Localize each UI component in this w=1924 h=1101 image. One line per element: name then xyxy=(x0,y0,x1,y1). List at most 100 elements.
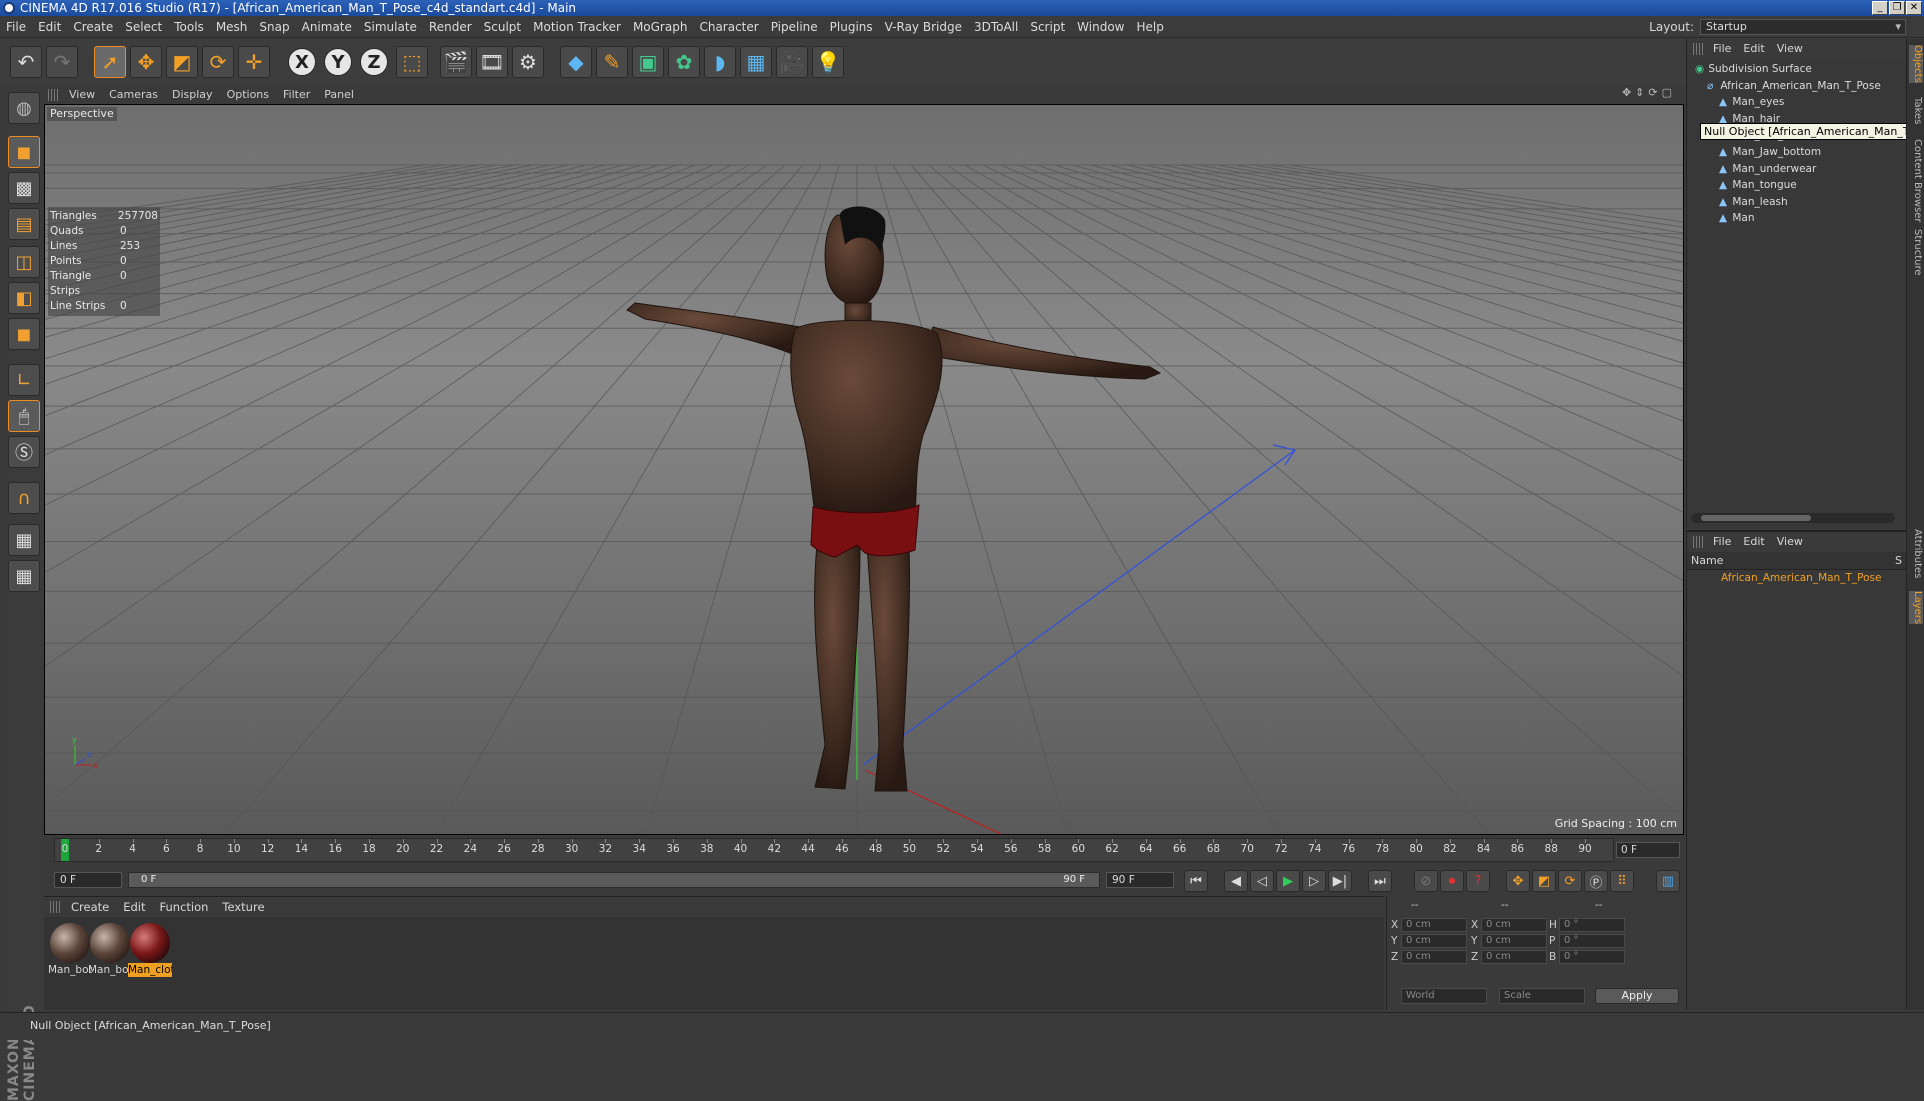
scale-select[interactable]: Scale xyxy=(1499,988,1585,1004)
material-item[interactable]: Man_clot xyxy=(128,923,172,977)
material-menu-function[interactable]: Function xyxy=(153,897,216,917)
undo-icon[interactable]: ↶ xyxy=(10,46,42,78)
material-menu-texture[interactable]: Texture xyxy=(215,897,271,917)
timeline-ruler[interactable]: 0 2 4 6 8 10 12 14 16 18 20 22 24 26 28 30 32 34 36 38 40 42 4… xyxy=(54,838,1614,862)
minimize-button[interactable]: _ xyxy=(1872,1,1888,15)
subdivision-icon[interactable]: ▣ xyxy=(632,46,664,78)
transform-icon[interactable]: ✛ xyxy=(238,46,270,78)
coord-value-field[interactable]: 0 ° xyxy=(1559,934,1625,948)
texture-mode-icon[interactable]: ▩ xyxy=(8,172,40,204)
z-axis-icon[interactable]: Z xyxy=(360,48,388,76)
menu-simulate[interactable]: Simulate xyxy=(358,16,423,38)
magnet-icon[interactable]: ∩ xyxy=(8,482,40,514)
panel-grip-icon[interactable] xyxy=(1693,43,1703,55)
maximize-button[interactable]: ❐ xyxy=(1889,1,1905,15)
snap-s-icon[interactable]: Ⓢ xyxy=(8,436,40,468)
material-item[interactable]: Man_bod xyxy=(48,923,92,977)
previous-key-button[interactable]: ◀ xyxy=(1224,870,1248,892)
uv-grid-lock-icon[interactable]: ▦ xyxy=(8,524,40,556)
coord-value-field[interactable]: 0 cm xyxy=(1481,950,1547,964)
autokey-icon[interactable]: ⏺ xyxy=(1440,870,1464,892)
menu-3dtoall[interactable]: 3DToAll xyxy=(968,16,1024,38)
key-pla-icon[interactable]: ⠿ xyxy=(1610,870,1634,892)
floor-icon[interactable]: ▦ xyxy=(740,46,772,78)
object-mode-icon[interactable]: ◼ xyxy=(8,136,40,168)
menu-motion-tracker[interactable]: Motion Tracker xyxy=(527,16,627,38)
mograph-icon[interactable]: ✿ xyxy=(668,46,700,78)
object-menu-edit[interactable]: Edit xyxy=(1737,39,1770,59)
side-tab-content-browser[interactable]: Content Browser xyxy=(1909,139,1923,222)
start-frame-field[interactable]: 0 F xyxy=(54,872,122,888)
key-scale-icon[interactable]: ◩ xyxy=(1532,870,1556,892)
cube-primitive-icon[interactable]: ◆ xyxy=(560,46,592,78)
object-tree-item[interactable]: ▲ Man_underwear xyxy=(1687,161,1893,177)
workplane-icon[interactable]: ▤ xyxy=(8,208,40,240)
coord-value-field[interactable]: 0 cm xyxy=(1401,934,1467,948)
side-tab-takes[interactable]: Takes xyxy=(1909,97,1923,124)
key-parameter-icon[interactable]: Ⓟ xyxy=(1584,870,1608,892)
menu-pipeline[interactable]: Pipeline xyxy=(765,16,824,38)
menu-create[interactable]: Create xyxy=(67,16,119,38)
close-button[interactable]: ✕ xyxy=(1906,1,1922,15)
side-tab-layers[interactable]: Layers xyxy=(1909,591,1923,625)
menu-window[interactable]: Window xyxy=(1071,16,1130,38)
coord-value-field[interactable]: 0 ° xyxy=(1559,950,1625,964)
coordinate-system-icon[interactable]: ⬚ xyxy=(396,46,428,78)
material-preview[interactable] xyxy=(130,923,170,963)
next-key-button[interactable]: ▶| xyxy=(1328,870,1352,892)
render-picture-viewer-icon[interactable]: 🎞 xyxy=(476,46,508,78)
menu-mesh[interactable]: Mesh xyxy=(210,16,254,38)
world-select[interactable]: World xyxy=(1401,988,1487,1004)
current-frame-field[interactable]: 0 F xyxy=(1616,842,1680,858)
keyframe-selection-icon[interactable]: ? xyxy=(1466,870,1490,892)
layer-menu-view[interactable]: View xyxy=(1771,532,1809,552)
menu-v-ray-bridge[interactable]: V-Ray Bridge xyxy=(879,16,968,38)
viewport-menu-filter[interactable]: Filter xyxy=(276,86,317,104)
frame-range-slider[interactable]: 0 F 90 F xyxy=(128,872,1100,888)
material-label[interactable]: Man_clot xyxy=(128,963,172,977)
end-frame-field[interactable]: 90 F xyxy=(1106,872,1174,888)
play-button[interactable]: ▶ xyxy=(1276,870,1300,892)
x-axis-icon[interactable]: X xyxy=(288,48,316,76)
next-frame-button[interactable]: ▷ xyxy=(1302,870,1326,892)
layer-row[interactable]: African_American_Man_T_Pose xyxy=(1687,570,1906,586)
menu-file[interactable]: File xyxy=(0,16,32,38)
object-manager-scrollbar[interactable] xyxy=(1691,513,1895,523)
object-tree-item[interactable]: ▲ Man xyxy=(1687,210,1893,226)
material-label[interactable]: Man_bod xyxy=(88,963,132,977)
viewport-camera-label[interactable]: Perspective xyxy=(47,107,117,121)
material-preview[interactable] xyxy=(90,923,130,963)
polygons-mode-icon[interactable]: ◼ xyxy=(8,318,40,350)
object-tree-item[interactable]: ◉ Subdivision Surface xyxy=(1687,61,1893,77)
rotate-icon[interactable]: ⟳ xyxy=(202,46,234,78)
side-tab-attributes[interactable]: Attributes xyxy=(1909,529,1923,578)
pen-spline-icon[interactable]: ✎ xyxy=(596,46,628,78)
edges-mode-icon[interactable]: ◧ xyxy=(8,282,40,314)
record-keys-icon[interactable]: ⊘ xyxy=(1414,870,1438,892)
object-tree-item[interactable]: ▲ Man_leash xyxy=(1687,194,1893,210)
menu-mograph[interactable]: MoGraph xyxy=(627,16,694,38)
object-tree-item[interactable]: ▲ Man_Jaw_bottom xyxy=(1687,144,1893,160)
deformer-icon[interactable]: ◗ xyxy=(704,46,736,78)
panel-grip-icon[interactable] xyxy=(50,901,60,913)
menu-character[interactable]: Character xyxy=(693,16,764,38)
coord-value-field[interactable]: 0 cm xyxy=(1401,918,1467,932)
menu-select[interactable]: Select xyxy=(119,16,168,38)
layer-menu-edit[interactable]: Edit xyxy=(1737,532,1770,552)
viewport-nav-icons[interactable]: ✥⇕⟳▢ xyxy=(1622,86,1676,99)
coord-value-field[interactable]: 0 cm xyxy=(1481,934,1547,948)
scale-icon[interactable]: ◩ xyxy=(166,46,198,78)
menu-sculpt[interactable]: Sculpt xyxy=(478,16,527,38)
axis-mode-icon[interactable]: ∟ xyxy=(8,364,40,396)
coord-value-field[interactable]: 0 ° xyxy=(1559,918,1625,932)
menu-edit[interactable]: Edit xyxy=(32,16,67,38)
render-view-icon[interactable]: 🎬 xyxy=(440,46,472,78)
move-icon[interactable]: ✥ xyxy=(130,46,162,78)
render-settings-icon[interactable]: ⚙ xyxy=(512,46,544,78)
panel-grip-icon[interactable] xyxy=(48,89,58,101)
uv-grid-icon[interactable]: ▦ xyxy=(8,560,40,592)
menu-animate[interactable]: Animate xyxy=(296,16,358,38)
object-menu-view[interactable]: View xyxy=(1771,39,1809,59)
character-model[interactable] xyxy=(626,214,1162,792)
side-tab-structure[interactable]: Structure xyxy=(1909,229,1923,276)
